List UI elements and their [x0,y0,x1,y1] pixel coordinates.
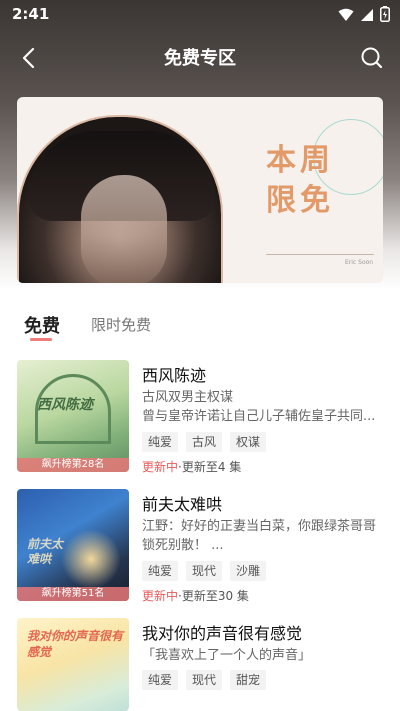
status-bar: 2:41 [0,0,400,28]
cover-glow [61,529,121,589]
book-title: 西风陈迹 [142,366,207,385]
tag-list: 纯爱 现代 沙雕 [142,561,267,581]
status-updating: 更新中 [142,589,179,603]
status-time: 2:41 [12,5,50,23]
book-description: 江野：好好的正妻当白菜，你跟绿茶哥哥锁死别散！ ... [142,519,377,553]
list-item-book-1[interactable]: 西风陈迹 飙升榜第28名 西风陈迹 古风双男主权谋 曾与皇帝许诺让自己儿子辅佐皇… [0,360,400,475]
tag-list: 纯爱 现代 甜宠 [142,670,267,690]
rank-badge: 飙升榜第51名 [17,587,129,601]
book-title: 我对你的声音很有感觉 [142,624,303,643]
cover-title-art: 前夫太难哄 [27,537,64,566]
tag[interactable]: 古风 [186,432,223,452]
banner-divider [266,254,374,255]
rank-badge: 飙升榜第28名 [17,458,129,472]
banner-line-2: 限免 [266,183,334,218]
tab-limited-free[interactable]: 限时免费 [91,314,151,335]
book-desc-line-1: 古风双男主权谋 [142,390,234,405]
status-icons [338,6,390,26]
tag[interactable]: 纯爱 [142,670,179,690]
tag[interactable]: 沙雕 [230,561,267,581]
search-icon [361,47,383,69]
top-nav: 免费专区 [0,36,400,76]
update-status: 更新中·更新至4 集 [142,458,241,475]
tag[interactable]: 现代 [186,670,223,690]
list-item-book-2[interactable]: 前夫太难哄 飙升榜第51名 前夫太难哄 江野：好好的正妻当白菜，你跟绿茶哥哥锁死… [0,489,400,604]
portrait-face [81,175,167,283]
book-desc-line-2: 曾与皇帝许诺让自己儿子辅佐皇子共同... [142,409,376,424]
status-updating: 更新中 [142,460,179,474]
book-cover: 西风陈迹 飙升榜第28名 [17,360,129,472]
tab-free[interactable]: 免费 [24,312,60,338]
cover-title-art: 我对你的声音很有感觉 [27,629,124,659]
tag[interactable]: 甜宠 [230,670,267,690]
book-description: 古风双男主权谋 曾与皇帝许诺让自己儿子辅佐皇子共同... [142,388,382,426]
book-cover: 前夫太难哄 飙升榜第51名 [17,489,129,601]
tag[interactable]: 纯爱 [142,561,179,581]
page-title: 免费专区 [164,48,236,69]
signal-icon [360,7,374,26]
banner-portrait-image [17,115,223,283]
status-episodes: ·更新至30 集 [178,589,249,603]
book-cover: 我对你的声音很有感觉 [17,618,129,711]
cover-title-art: 西风陈迹 [37,397,93,413]
active-tab-indicator [30,338,52,341]
category-tabs: 免费 限时免费 [0,306,400,346]
status-episodes: ·更新至4 集 [178,460,242,474]
banner-line-1: 本周 [266,143,334,178]
search-button[interactable] [358,44,386,72]
weekly-free-banner[interactable]: 本周 限免 Eric Soon [17,97,383,283]
banner-headline: 本周 限免 [266,141,376,221]
battery-icon [380,6,390,26]
book-title: 前夫太难哄 [142,495,223,514]
tag-list: 纯爱 古风 权谋 [142,432,267,452]
tag[interactable]: 现代 [186,561,223,581]
banner-signature: Eric Soon [345,259,374,266]
list-item-book-3[interactable]: 我对你的声音很有感觉 我对你的声音很有感觉 「我喜欢上了一个人的声音」 纯爱 现… [0,618,400,711]
update-status: 更新中·更新至30 集 [142,587,249,604]
wifi-icon [338,7,354,26]
book-description: 「我喜欢上了一个人的声音」 [142,648,312,663]
tag[interactable]: 权谋 [230,432,267,452]
tag[interactable]: 纯爱 [142,432,179,452]
